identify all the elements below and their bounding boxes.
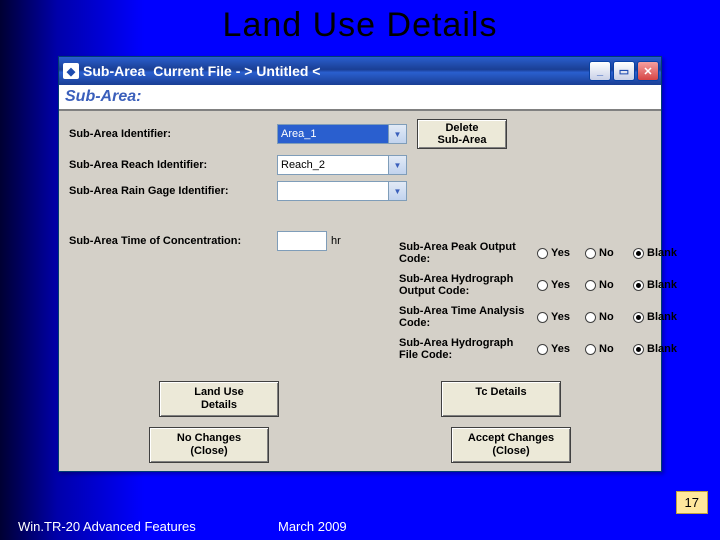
footer-date: March 2009 (278, 519, 347, 534)
land-use-details-button[interactable]: Land UseDetails (159, 381, 279, 417)
hydro-output-no[interactable]: No (585, 279, 629, 291)
reach-id-input[interactable] (277, 155, 389, 175)
toc-label: Sub-Area Time of Concentration: (69, 235, 277, 247)
time-analysis-no[interactable]: No (585, 311, 629, 323)
hydro-file-no[interactable]: No (585, 343, 629, 355)
window: ◆ Sub-Area Current File - > Untitled < _… (58, 56, 662, 472)
bottom-buttons: Land UseDetails Tc Details No Changes(Cl… (59, 381, 661, 463)
delete-sub-area-button[interactable]: DeleteSub-Area (417, 119, 507, 149)
minimize-button[interactable]: _ (589, 61, 611, 81)
radio-group-block: Sub-Area Peak Output Code: Yes No Blank … (399, 237, 699, 365)
title-file: Current File - > Untitled < (153, 63, 320, 79)
peak-output-no[interactable]: No (585, 247, 629, 259)
app-icon: ◆ (63, 63, 79, 79)
hydro-file-blank[interactable]: Blank (633, 343, 683, 355)
reach-id-label: Sub-Area Reach Identifier: (69, 159, 277, 171)
titlebar: ◆ Sub-Area Current File - > Untitled < _… (59, 57, 661, 85)
peak-output-blank[interactable]: Blank (633, 247, 683, 259)
hydro-output-yes[interactable]: Yes (537, 279, 581, 291)
header-strip: Sub-Area: (59, 85, 661, 111)
hydro-file-yes[interactable]: Yes (537, 343, 581, 355)
time-analysis-label: Sub-Area Time Analysis Code: (399, 305, 537, 329)
page-number: 17 (676, 491, 708, 514)
chevron-down-icon: ▼ (394, 161, 402, 170)
chevron-down-icon: ▼ (394, 130, 402, 139)
rain-gage-input[interactable] (277, 181, 389, 201)
chevron-down-icon: ▼ (394, 187, 402, 196)
sub-area-id-label: Sub-Area Identifier: (69, 128, 277, 140)
rain-gage-label: Sub-Area Rain Gage Identifier: (69, 185, 277, 197)
header-label: Sub-Area: (65, 88, 141, 106)
maximize-button[interactable]: ▭ (613, 61, 635, 81)
hydro-output-label: Sub-Area Hydrograph Output Code: (399, 273, 537, 297)
hydro-output-blank[interactable]: Blank (633, 279, 683, 291)
footer-left: Win.TR-20 Advanced Features (18, 519, 278, 534)
sub-area-id-input[interactable] (277, 124, 389, 144)
time-analysis-blank[interactable]: Blank (633, 311, 683, 323)
window-controls: _ ▭ ✕ (587, 61, 659, 81)
rain-gage-dropdown-button[interactable]: ▼ (389, 181, 407, 201)
sub-area-id-dropdown-button[interactable]: ▼ (389, 124, 407, 144)
toc-input[interactable] (277, 231, 327, 251)
slide-title: Land Use Details (0, 0, 720, 49)
close-button[interactable]: ✕ (637, 61, 659, 81)
tc-details-button[interactable]: Tc Details (441, 381, 561, 417)
title-app-name: Sub-Area (83, 63, 145, 79)
no-changes-button[interactable]: No Changes(Close) (149, 427, 269, 463)
accept-changes-button[interactable]: Accept Changes(Close) (451, 427, 571, 463)
peak-output-label: Sub-Area Peak Output Code: (399, 241, 537, 265)
peak-output-yes[interactable]: Yes (537, 247, 581, 259)
reach-id-dropdown-button[interactable]: ▼ (389, 155, 407, 175)
toc-unit: hr (331, 235, 341, 247)
time-analysis-yes[interactable]: Yes (537, 311, 581, 323)
footer: Win.TR-20 Advanced Features March 2009 (18, 519, 720, 534)
hydro-file-label: Sub-Area Hydrograph File Code: (399, 337, 537, 361)
